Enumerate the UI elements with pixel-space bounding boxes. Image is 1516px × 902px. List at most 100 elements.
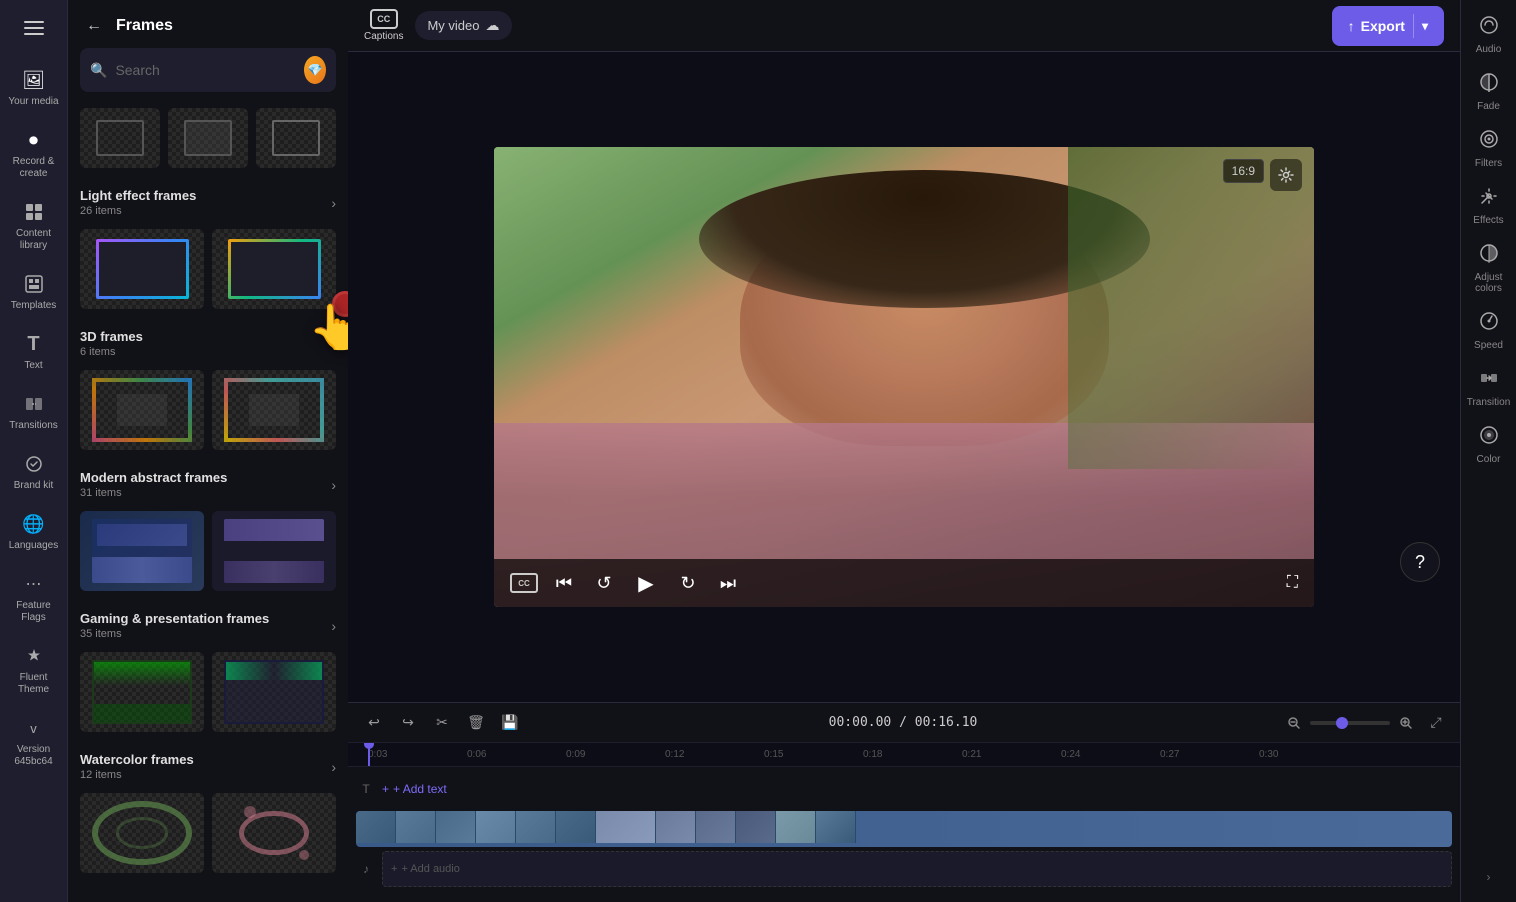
zoom-controls	[1282, 711, 1418, 735]
clip-thumb	[396, 811, 436, 843]
right-tool-adjust-colors[interactable]: Adjust colors	[1464, 236, 1514, 300]
add-audio-button[interactable]: + + Add audio	[382, 851, 1452, 887]
right-tool-transition[interactable]: Transition	[1464, 361, 1514, 414]
search-input[interactable]	[115, 62, 296, 78]
rewind-button[interactable]: ↺	[590, 569, 618, 597]
sidebar-item-version[interactable]: v Version645bc64	[4, 708, 64, 776]
frame-thumb-item[interactable]	[80, 370, 204, 450]
sidebar-item-transitions[interactable]: Transitions	[4, 384, 64, 440]
frame-thumbnail[interactable]	[80, 108, 160, 168]
right-tool-color[interactable]: Color	[1464, 418, 1514, 471]
sidebar-item-text[interactable]: T Text	[4, 324, 64, 380]
redo-button[interactable]: ↪	[394, 709, 422, 737]
section-watercolor-frames[interactable]: Watercolor frames 12 items ›	[68, 744, 348, 789]
text-track: T + + Add text	[348, 771, 1460, 807]
menu-button[interactable]	[4, 8, 64, 48]
frames-panel: ← Frames 🔍 💎 Light effect frames 26 item…	[68, 0, 348, 902]
add-text-label: + Add text	[393, 782, 447, 796]
zoom-thumb	[1336, 717, 1348, 729]
cc-video-button[interactable]: CC	[510, 573, 538, 593]
section-gaming-presentation-frames[interactable]: Gaming & presentation frames 35 items ›	[68, 603, 348, 648]
right-tool-fade[interactable]: Fade	[1464, 65, 1514, 118]
undo-button[interactable]: ↩	[360, 709, 388, 737]
premium-badge[interactable]: 💎	[304, 56, 326, 84]
transition-label: Transition	[1467, 397, 1511, 408]
playhead[interactable]	[368, 743, 370, 766]
sidebar-item-label: Brand kit	[14, 480, 53, 492]
right-tool-audio[interactable]: Audio	[1464, 8, 1514, 61]
section-light-effect-frames[interactable]: Light effect frames 26 items ›	[68, 180, 348, 225]
video-track	[348, 811, 1460, 847]
delete-button[interactable]: 🗑	[462, 709, 490, 737]
sidebar-item-brand-kit[interactable]: Brand kit	[4, 444, 64, 500]
back-button[interactable]: ←	[80, 12, 108, 40]
clip-thumb	[356, 811, 396, 843]
section-modern-abstract-frames[interactable]: Modern abstract frames 31 items ›	[68, 462, 348, 507]
sidebar-item-your-media[interactable]: 🖼 Your media	[4, 60, 64, 116]
fullscreen-button[interactable]: ⛶	[1287, 574, 1298, 592]
frame-thumb-item[interactable]	[212, 370, 336, 450]
video-title: My video	[427, 18, 479, 33]
video-preview	[494, 147, 1314, 607]
frame-thumb-item[interactable]	[212, 652, 336, 732]
aspect-ratio-badge[interactable]: 16:9	[1223, 159, 1264, 183]
section-3d-frames[interactable]: 3D frames 6 items ›	[68, 321, 348, 366]
add-text-button[interactable]: + + Add text	[382, 782, 447, 796]
captions-label: Captions	[364, 31, 403, 42]
frame-thumb-item[interactable]	[80, 652, 204, 732]
section-info: Gaming & presentation frames 35 items	[80, 611, 269, 640]
chevron-right-icon: ›	[331, 336, 336, 352]
frame-thumb-item[interactable]	[212, 793, 336, 873]
save-button[interactable]: 💾	[496, 709, 524, 737]
audio-label: Audio	[1476, 44, 1502, 55]
section-title: Watercolor frames	[80, 752, 194, 767]
sidebar-item-fluent-theme[interactable]: Fluent Theme	[4, 636, 64, 704]
right-tool-effects[interactable]: Effects	[1464, 179, 1514, 232]
timeline-content: 0:03 0:06 0:09 0:12 0:15 0:18 0:21 0:24 …	[348, 743, 1460, 902]
text-icon: T	[22, 332, 46, 356]
sidebar-item-feature-flags[interactable]: ⋯ Feature Flags	[4, 564, 64, 632]
cut-button[interactable]: ✂	[428, 709, 456, 737]
effects-label: Effects	[1473, 215, 1503, 226]
sidebar-item-label: Feature Flags	[8, 600, 60, 624]
video-tab[interactable]: My video ☁	[415, 11, 511, 40]
sidebar-item-content-library[interactable]: Content library	[4, 192, 64, 260]
right-tool-filters[interactable]: Filters	[1464, 122, 1514, 175]
video-clip[interactable]	[356, 811, 1452, 847]
skip-back-button[interactable]: ⏮	[550, 569, 578, 597]
templates-icon	[22, 272, 46, 296]
play-button[interactable]: ▶	[630, 567, 662, 599]
section-count: 26 items	[80, 205, 196, 217]
zoom-in-button[interactable]	[1394, 711, 1418, 735]
frame-thumb-item[interactable]	[212, 229, 336, 309]
export-button[interactable]: ↑ Export ▾	[1332, 6, 1444, 46]
forward-button[interactable]: ↻	[674, 569, 702, 597]
right-tool-speed[interactable]: Speed	[1464, 304, 1514, 357]
frames-header: ← Frames	[68, 0, 348, 48]
audio-track-icon: ♪	[356, 859, 376, 879]
right-panel-collapse[interactable]: ›	[1479, 860, 1499, 894]
sidebar-left: 🖼 Your media ⏺ Record &create Content li…	[0, 0, 68, 902]
frame-thumbnail[interactable]	[256, 108, 336, 168]
skip-forward-button[interactable]: ⏭	[714, 569, 742, 597]
frame-thumbnail[interactable]	[168, 108, 248, 168]
sidebar-item-templates[interactable]: Templates	[4, 264, 64, 320]
color-icon	[1478, 424, 1500, 451]
cloud-icon: ☁	[486, 17, 500, 34]
captions-button[interactable]: CC Captions	[364, 9, 403, 42]
section-title: 3D frames	[80, 329, 143, 344]
help-button[interactable]: ?	[1400, 542, 1440, 582]
zoom-out-button[interactable]	[1282, 711, 1306, 735]
expand-timeline-button[interactable]: ⤢	[1424, 711, 1448, 735]
frame-thumb-item[interactable]	[80, 793, 204, 873]
video-settings-button[interactable]	[1270, 159, 1302, 191]
frame-thumb-item[interactable]	[212, 511, 336, 591]
ruler-marks: 0:03 0:06 0:09 0:12 0:15 0:18 0:21 0:24 …	[368, 749, 1358, 760]
frame-thumb-item[interactable]	[80, 511, 204, 591]
zoom-slider[interactable]	[1310, 721, 1390, 725]
sidebar-item-languages[interactable]: 🌐 Languages	[4, 504, 64, 560]
frame-thumb-item[interactable]	[80, 229, 204, 309]
sidebar-item-record[interactable]: ⏺ Record &create	[4, 120, 64, 188]
cc-icon: CC	[370, 9, 398, 29]
clip-thumb	[656, 811, 696, 843]
